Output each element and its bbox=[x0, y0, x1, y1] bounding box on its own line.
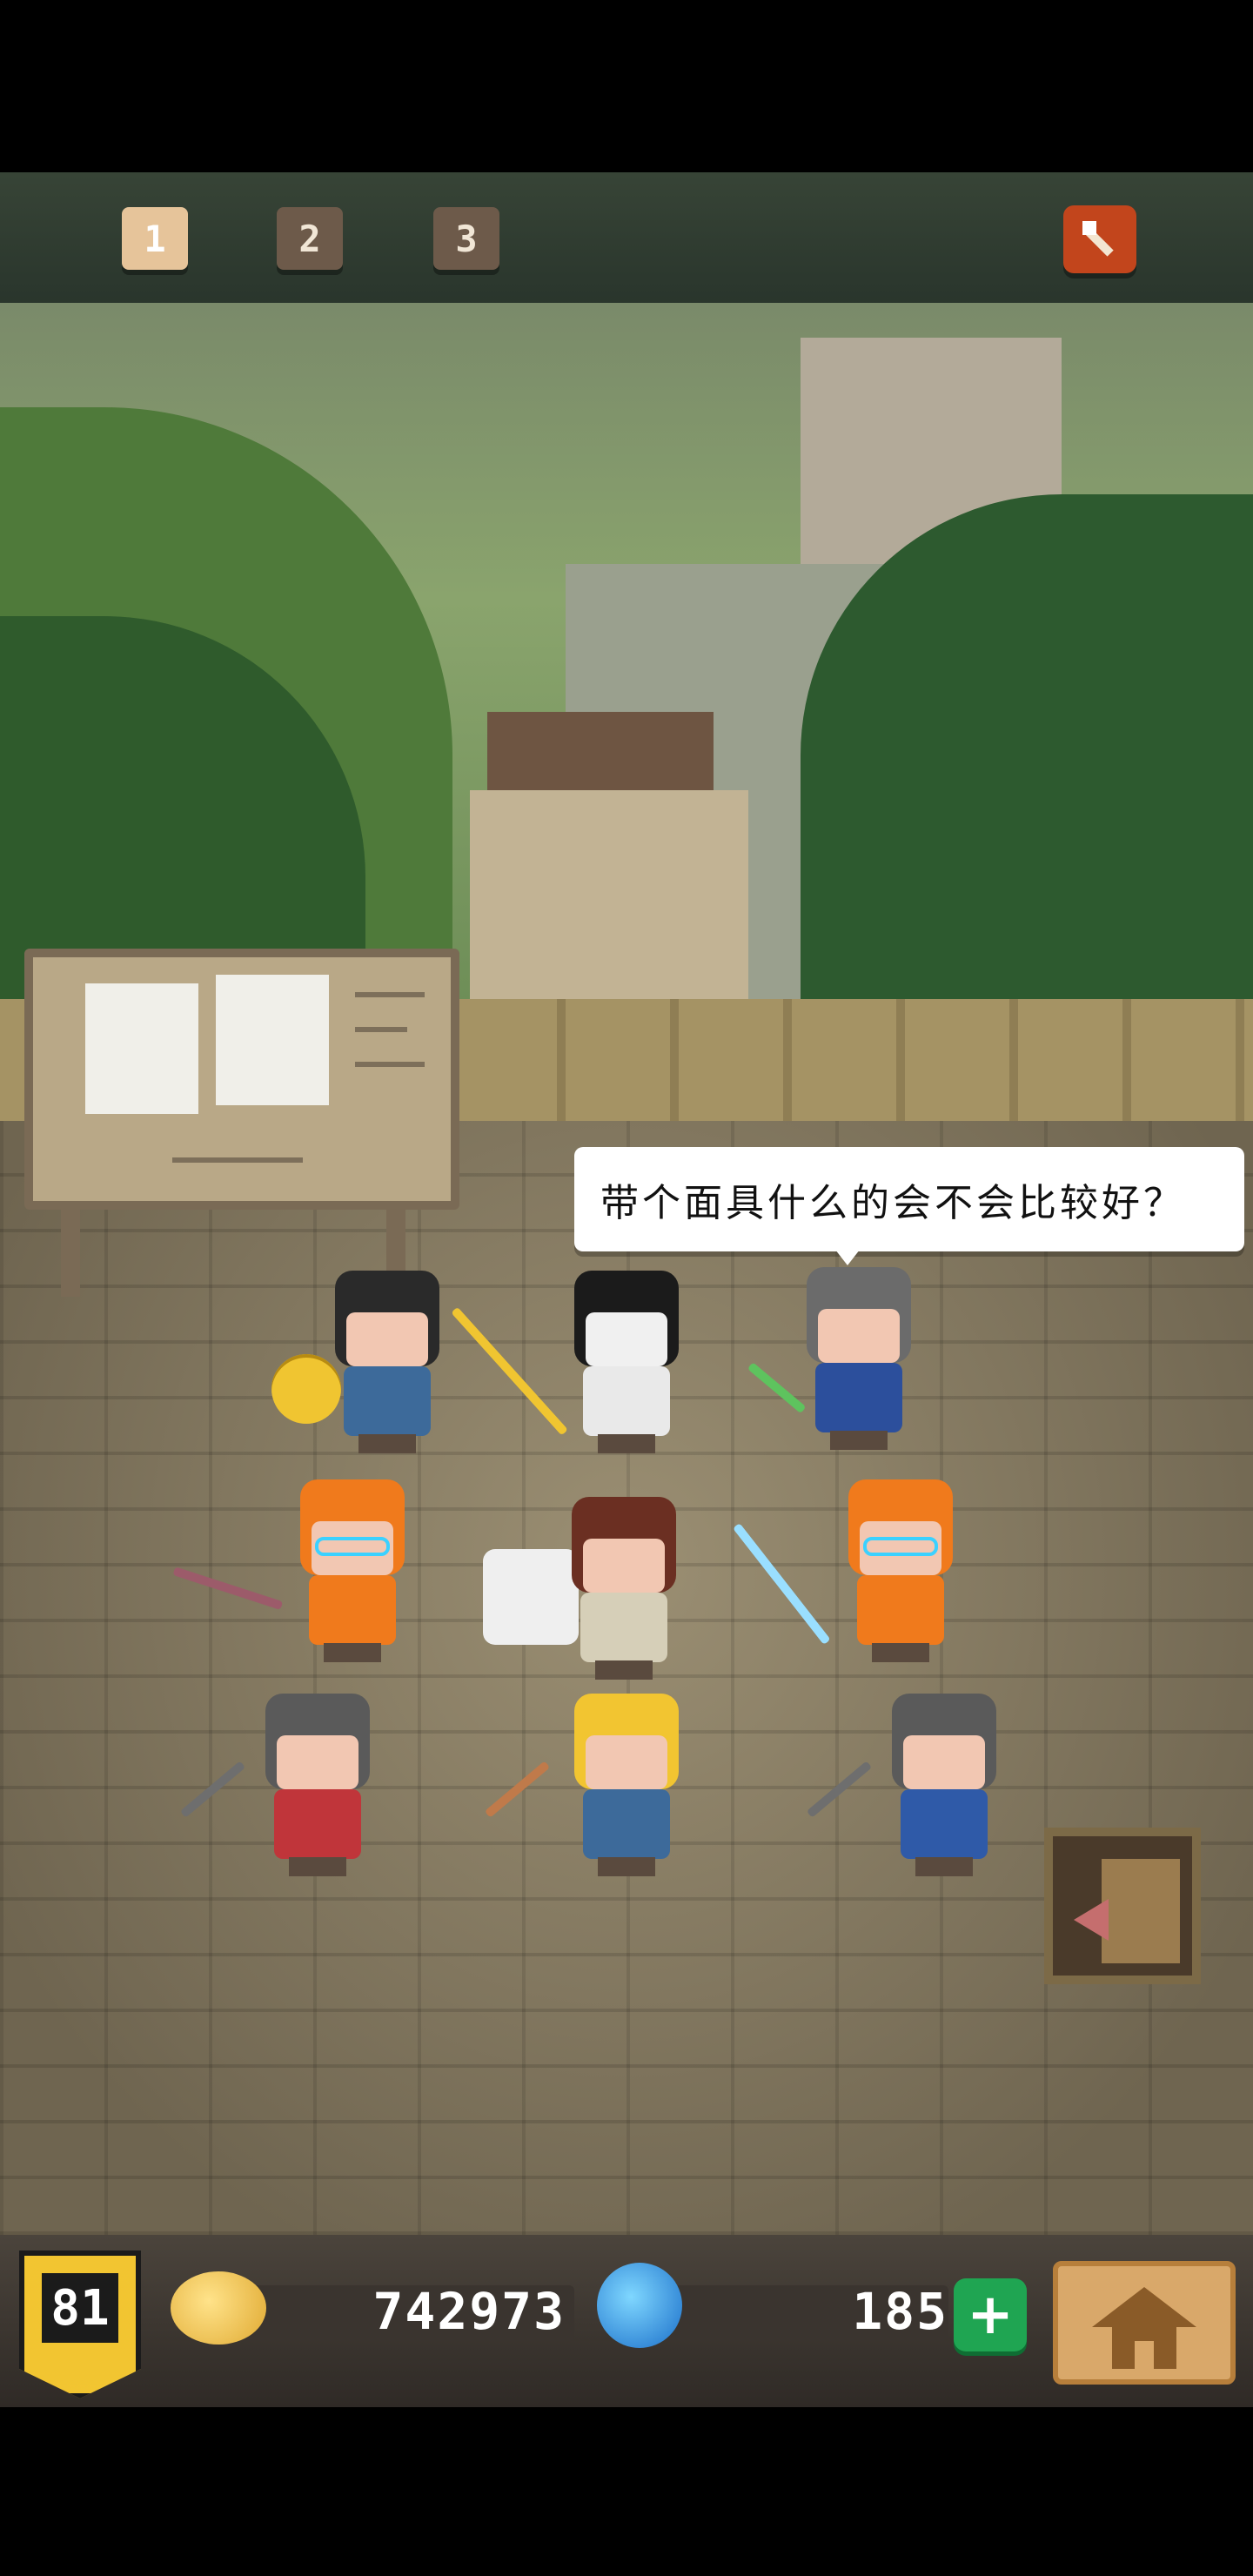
gem-count: 185 bbox=[852, 2282, 948, 2341]
hero-body bbox=[857, 1575, 944, 1645]
board-post bbox=[61, 1201, 80, 1297]
hero-face bbox=[346, 1312, 428, 1366]
hero-black-hair-fighter[interactable] bbox=[322, 1271, 452, 1453]
hero-face bbox=[583, 1539, 665, 1593]
add-gems-button[interactable]: + bbox=[954, 2278, 1027, 2351]
party-slot-1[interactable]: 1 bbox=[122, 207, 188, 270]
hero-body bbox=[274, 1789, 361, 1859]
hero-legs bbox=[872, 1643, 929, 1662]
notice-board[interactable] bbox=[24, 949, 459, 1210]
hero-face bbox=[277, 1735, 358, 1789]
hero-body bbox=[580, 1593, 667, 1662]
goggles-icon bbox=[315, 1537, 390, 1556]
speech-bubble: 带个面具什么的会不会比较好？ bbox=[574, 1147, 1244, 1251]
home-icon-door bbox=[1135, 2341, 1154, 2369]
goggles-icon bbox=[863, 1537, 938, 1556]
board-text-line bbox=[355, 992, 425, 997]
hero-legs bbox=[289, 1857, 346, 1876]
stairs-exit-button[interactable] bbox=[1044, 1828, 1201, 1984]
speech-bubble-tail bbox=[835, 1250, 860, 1265]
board-text-line bbox=[172, 1157, 303, 1163]
hero-orange-hair-goggles-mage[interactable] bbox=[835, 1479, 966, 1662]
plus-icon: + bbox=[967, 2283, 1014, 2347]
home-button[interactable] bbox=[1053, 2261, 1236, 2385]
hero-helmet-crossbow-blue[interactable] bbox=[879, 1694, 1009, 1876]
hero-gray-hair-farmer[interactable] bbox=[794, 1267, 924, 1450]
hero-legs bbox=[915, 1857, 973, 1876]
board-text-line bbox=[355, 1062, 425, 1067]
blue-gem-icon bbox=[597, 2263, 682, 2348]
scroll-sword-icon bbox=[1082, 221, 1114, 257]
hero-body bbox=[583, 1366, 670, 1436]
party-slot-2[interactable]: 2 bbox=[277, 207, 343, 270]
hero-legs bbox=[598, 1434, 655, 1453]
hero-yellow-helmet-archer[interactable] bbox=[561, 1694, 692, 1876]
hero-legs bbox=[830, 1431, 888, 1450]
board-text-line bbox=[355, 1027, 407, 1032]
hero-orange-hair-goggles-chef[interactable] bbox=[287, 1479, 418, 1662]
hero-legs bbox=[324, 1643, 381, 1662]
quest-button[interactable] bbox=[1063, 205, 1136, 273]
hero-face bbox=[586, 1312, 667, 1366]
hero-body bbox=[901, 1789, 988, 1859]
hero-helmet-crossbow-red[interactable] bbox=[252, 1694, 383, 1876]
stairs-exit-icon bbox=[1102, 1859, 1180, 1963]
arrow-left-icon bbox=[1074, 1899, 1109, 1941]
hero-body bbox=[583, 1789, 670, 1859]
hero-body bbox=[309, 1575, 396, 1645]
house-roof bbox=[487, 712, 714, 799]
hero-body bbox=[344, 1366, 431, 1436]
player-level-badge[interactable]: 81 bbox=[19, 2251, 141, 2398]
notice-paper bbox=[216, 975, 329, 1105]
hero-body bbox=[815, 1363, 902, 1432]
home-icon bbox=[1092, 2287, 1196, 2327]
player-level: 81 bbox=[42, 2273, 118, 2343]
coin-stack-icon bbox=[171, 2271, 266, 2345]
coin-count: 742973 bbox=[372, 2282, 566, 2341]
hero-legs bbox=[358, 1434, 416, 1453]
hero-legs bbox=[595, 1660, 653, 1680]
hero-face bbox=[586, 1735, 667, 1789]
hero-nurse[interactable] bbox=[559, 1497, 689, 1680]
hero-legs bbox=[598, 1857, 655, 1876]
hero-face bbox=[818, 1309, 900, 1363]
hero-face bbox=[903, 1735, 985, 1789]
notice-paper bbox=[85, 983, 198, 1114]
hero-samurai-helmet-knight[interactable] bbox=[561, 1271, 692, 1453]
party-slot-3[interactable]: 3 bbox=[433, 207, 499, 270]
